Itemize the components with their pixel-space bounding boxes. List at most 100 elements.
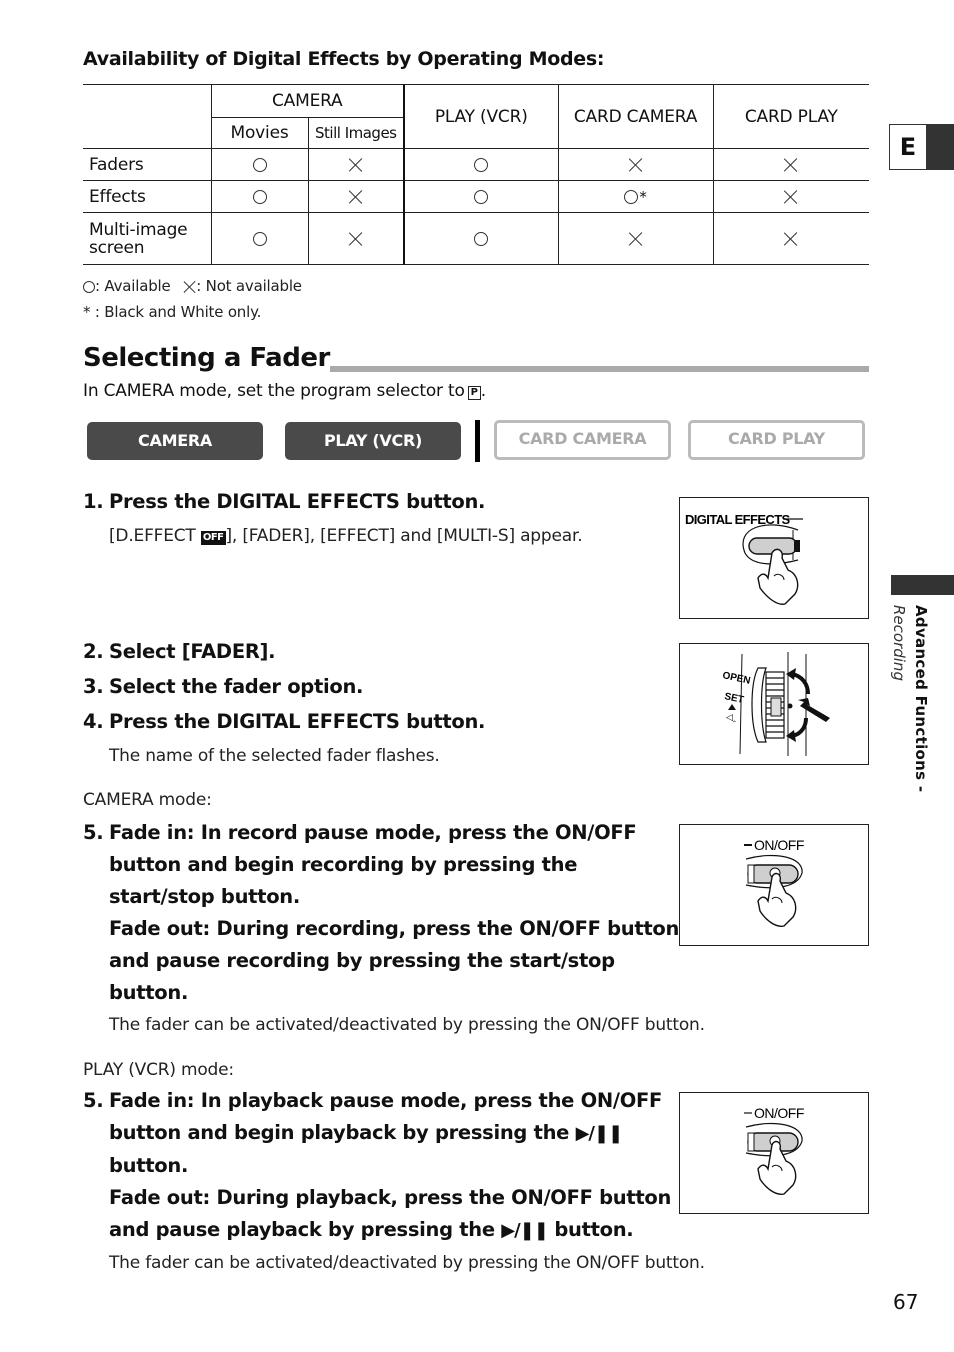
- not-available-cross-icon: [349, 190, 363, 204]
- svg-text:◁ꞈ: ◁ꞈ: [726, 712, 736, 722]
- chapter-title: Advanced Functions -: [912, 605, 930, 793]
- step-5-camera-note: The fader can be activated/deactivated b…: [109, 1015, 705, 1035]
- cell: [210, 212, 308, 265]
- play-mode-label: PLAY (VCR) mode:: [83, 1060, 234, 1080]
- language-tab-label: E: [889, 124, 927, 170]
- onoff-illustration-play: ON/OFF: [679, 1092, 869, 1214]
- table-row: Faders: [83, 148, 869, 181]
- row-label-line1: Multi-image: [89, 219, 188, 240]
- table-legend: : Available : Not available: [83, 277, 302, 295]
- step-line: and pause recording by pressing the star…: [109, 949, 615, 972]
- not-available-cross-icon: [784, 232, 798, 246]
- cell: *: [557, 180, 713, 213]
- available-circle-icon: [474, 189, 489, 204]
- not-available-cross-icon: [784, 190, 798, 204]
- step-line: button and begin playback by pressing th…: [83, 1117, 671, 1150]
- digital-effects-illustration: DIGITAL EFFECTS: [679, 497, 869, 619]
- step-3: 3. Select the fader option.: [83, 671, 363, 703]
- step-1: 1. Press the DIGITAL EFFECTS button.: [83, 486, 485, 518]
- cell: [557, 148, 713, 181]
- mode-play-vcr: PLAY (VCR): [285, 422, 461, 460]
- cell: [403, 212, 558, 265]
- step-line-text: button.: [547, 1218, 634, 1241]
- not-available-cross-icon: [349, 158, 363, 172]
- table-footnote: * : Black and White only.: [83, 303, 262, 321]
- available-circle-icon: [83, 280, 95, 293]
- legend-not-available: : Not available: [196, 277, 302, 295]
- step-1-note: [D.EFFECT OFF], [FADER], [EFFECT] and [M…: [109, 526, 583, 546]
- header-card-camera: CARD CAMERA: [557, 84, 713, 149]
- selector-dial-icon: OPEN SET ◁ꞈ: [721, 652, 830, 756]
- available-circle-icon: [252, 231, 267, 246]
- availability-table: CAMERA PLAY (VCR) CARD CAMERA CARD PLAY …: [83, 84, 869, 265]
- mode-card-camera: CARD CAMERA: [494, 420, 671, 460]
- step-5-play: 5. Fade in: In playback pause mode, pres…: [83, 1085, 671, 1247]
- program-p-icon: P: [467, 386, 481, 400]
- available-circle-icon: [474, 157, 489, 172]
- intro-text: In CAMERA mode, set the program selector…: [83, 381, 465, 401]
- header-camera: CAMERA: [210, 84, 404, 118]
- step-line: start/stop button.: [109, 885, 300, 908]
- onoff-illustration-camera: ON/OFF: [679, 824, 869, 946]
- section-title: Selecting a Fader: [83, 342, 330, 374]
- chapter-tab: Advanced Functions - Recording: [890, 605, 930, 795]
- not-available-cross-icon: [784, 158, 798, 172]
- available-circle-icon: [474, 231, 489, 246]
- step-5-camera: 5. Fade in: In record pause mode, press …: [83, 817, 679, 1009]
- step-line: button.: [109, 981, 189, 1004]
- step-number: 2.: [83, 640, 104, 663]
- header-card-play: CARD PLAY: [712, 84, 869, 149]
- camera-mode-label: CAMERA mode:: [83, 790, 212, 810]
- cell: [712, 148, 869, 181]
- step-line: Fade out: During recording, press the ON…: [109, 917, 680, 940]
- selector-dial-illustration: OPEN SET ◁ꞈ: [679, 643, 869, 765]
- play-pause-icon: ▶/❚❚: [501, 1220, 549, 1241]
- step-number: 1.: [83, 490, 104, 513]
- row-label: Multi-image screen: [83, 212, 211, 265]
- section-intro: In CAMERA mode, set the program selector…: [83, 381, 486, 401]
- cell: [307, 212, 404, 265]
- step-text: Select the fader option.: [109, 675, 364, 698]
- row-label-line2: screen: [89, 237, 145, 258]
- cell: [557, 212, 713, 265]
- cell: [307, 180, 404, 213]
- step-line: Fade in: In record pause mode, press the…: [109, 821, 637, 844]
- step-5-play-note: The fader can be activated/deactivated b…: [109, 1253, 705, 1273]
- table-header-row: CAMERA PLAY (VCR) CARD CAMERA CARD PLAY: [83, 84, 869, 149]
- step-4-note: The name of the selected fader flashes.: [109, 746, 440, 766]
- mode-divider: [475, 420, 480, 462]
- row-label: Effects: [83, 180, 211, 213]
- hand-pressing-onoff-icon: ON/OFF: [744, 1105, 804, 1195]
- cell: [210, 180, 308, 213]
- not-available-cross-icon: [349, 232, 363, 246]
- onoff-label: ON/OFF: [754, 837, 804, 853]
- off-indicator-icon: OFF: [200, 531, 226, 545]
- language-tab-marker: [927, 124, 954, 170]
- step-line: and pause playback by pressing the ▶/❚❚ …: [83, 1214, 671, 1247]
- hand-pressing-onoff-icon: ON/OFF: [744, 837, 804, 927]
- step-text: Press the DIGITAL EFFECTS button.: [109, 490, 486, 513]
- available-circle-icon: [624, 189, 639, 204]
- language-tab: E: [889, 124, 954, 170]
- step-number: 5.: [83, 1089, 104, 1112]
- step-line: button.: [109, 1154, 189, 1177]
- step-text: Select [FADER].: [109, 640, 276, 663]
- hand-pressing-button-icon: DIGITAL EFFECTS: [685, 512, 803, 605]
- step-line-text: button and begin playback by pressing th…: [109, 1121, 576, 1144]
- mode-camera: CAMERA: [87, 422, 263, 460]
- header-still-images: Still Images: [307, 117, 404, 149]
- legend-available: : Available: [95, 277, 171, 295]
- step-line: button and begin recording by pressing t…: [109, 853, 578, 876]
- table-title: Availability of Digital Effects by Opera…: [83, 48, 605, 70]
- chapter-subtitle: Recording: [890, 605, 908, 681]
- available-circle-icon: [252, 189, 267, 204]
- footnote-marker: *: [639, 187, 647, 206]
- cell: [403, 180, 558, 213]
- note-text: [D.EFFECT: [109, 526, 201, 546]
- cell: [210, 148, 308, 181]
- header-play-vcr: PLAY (VCR): [403, 84, 558, 149]
- page-number: 67: [893, 1290, 919, 1314]
- step-number: 5.: [83, 821, 104, 844]
- cell: [712, 212, 869, 265]
- dial-open-label: OPEN: [721, 670, 751, 687]
